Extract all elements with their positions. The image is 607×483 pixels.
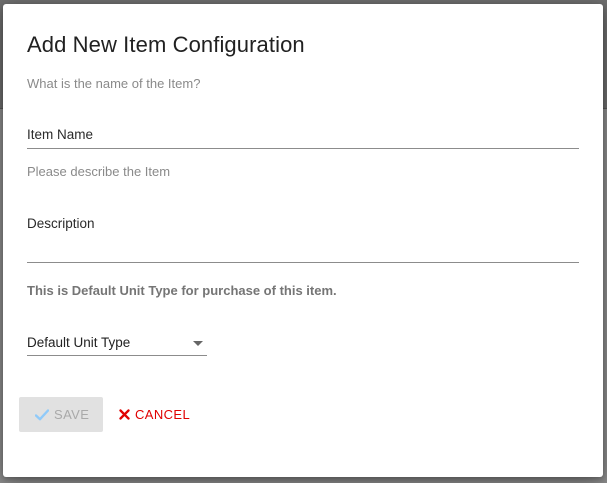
cancel-button[interactable]: CANCEL (111, 397, 191, 432)
item-name-field[interactable]: Item Name (27, 124, 579, 150)
dialog-title: Add New Item Configuration (27, 32, 305, 57)
cancel-button-label: CANCEL (135, 407, 191, 422)
description-field[interactable]: Description (27, 214, 579, 264)
default-unit-type-value: Default Unit Type (27, 335, 131, 350)
save-button-label: SAVE (54, 407, 90, 422)
description-label: Description (27, 216, 95, 231)
description-underline (27, 262, 579, 263)
add-item-configuration-dialog: Add New Item Configuration What is the n… (3, 4, 603, 477)
save-button[interactable]: SAVE (19, 397, 103, 432)
item-name-helper: What is the name of the Item? (27, 76, 201, 91)
check-icon (34, 408, 50, 421)
close-icon (119, 409, 130, 420)
description-helper: Please describe the Item (27, 164, 171, 179)
unit-type-helper: This is Default Unit Type for purchase o… (27, 283, 337, 298)
dropdown-arrow-icon (193, 341, 203, 346)
item-name-underline (27, 148, 579, 149)
description-input[interactable] (27, 240, 579, 260)
select-underline (27, 355, 207, 356)
default-unit-type-select[interactable]: Default Unit Type (27, 330, 207, 356)
item-name-input[interactable] (27, 126, 579, 146)
